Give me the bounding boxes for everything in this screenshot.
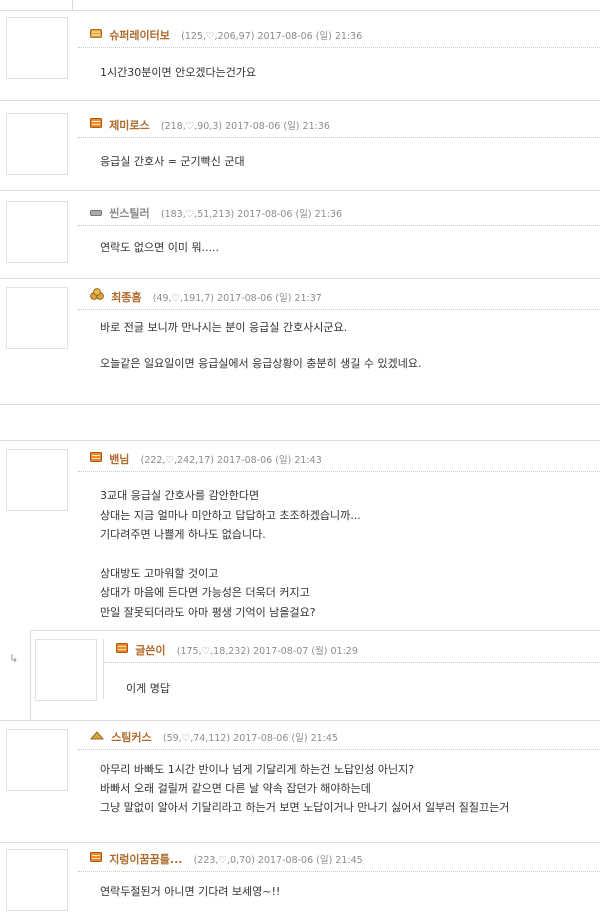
- avatar[interactable]: [6, 201, 68, 263]
- level-icon-orange: [90, 448, 102, 471]
- comment-meta: (183,♡,51,213) 2017-08-06 (일) 21:36: [160, 209, 343, 220]
- comment-body: 응급실 간호사 = 군기빡신 군대: [78, 138, 600, 172]
- comment-line: 기다려주면 나쁠게 하나도 없습니다.: [100, 528, 266, 541]
- comment-line: 만일 잘못되더라도 아마 평생 기억이 남을걸요?: [100, 605, 316, 619]
- comment-body: 아무리 바빠도 1시간 반이나 넘게 기달리게 하는건 노답인성 아닌지? 바빠…: [78, 750, 600, 817]
- comment-header: 제미로스 (218,♡,90,3) 2017-08-06 (일) 21:36: [78, 114, 600, 138]
- comment-item: 스팀커스 (59,♡,74,112) 2017-08-06 (일) 21:45 …: [0, 720, 600, 842]
- comment-nickname[interactable]: 제미로스: [109, 119, 149, 132]
- comment-meta: (125,♡,206,97) 2017-08-06 (일) 21:36: [181, 31, 363, 42]
- previous-comment-edge: [0, 0, 600, 10]
- comment-item: 밴님 (222,♡,242,17) 2017-08-06 (일) 21:43 3…: [0, 440, 600, 630]
- avatar[interactable]: [6, 17, 68, 79]
- reply-comment-item: ↳ 글쓴이 (175,♡,18,232) 2017-08-07 (월) 01:2…: [0, 630, 600, 721]
- avatar[interactable]: [6, 849, 68, 911]
- comment-line: 1시간30분이면 안오겠다는건가요: [100, 66, 257, 79]
- comment-header: 지렁이꿈꿈틀... (223,♡,0,70) 2017-08-06 (일) 21…: [78, 848, 600, 872]
- comment-body: 연락도 없으면 이미 뭐.....: [78, 226, 600, 258]
- comment-content: 지렁이꿈꿈틀... (223,♡,0,70) 2017-08-06 (일) 21…: [78, 848, 600, 902]
- level-icon-orange: [90, 114, 102, 137]
- comment-line: 상대방도 고마워할 것이고: [100, 566, 219, 580]
- avatar[interactable]: [35, 639, 97, 701]
- comment-line: 바빠서 오래 걸릴꺼 같으면 다른 날 약속 잡던가 해야하는데: [100, 782, 371, 795]
- avatar[interactable]: [6, 287, 68, 349]
- comment-content: 밴님 (222,♡,242,17) 2017-08-06 (일) 21:43 3…: [78, 448, 600, 622]
- reply-arrow-icon: ↳: [9, 652, 19, 665]
- comment-header: 슈퍼레이터보 (125,♡,206,97) 2017-08-06 (일) 21:…: [78, 24, 600, 48]
- comment-body: 3교대 응급실 간호사를 감안한다면 상대는 지금 얼마나 미안하고 답답하고 …: [78, 472, 600, 622]
- comment-nickname[interactable]: 씬스틸러: [109, 207, 149, 220]
- comment-item: 최종흠 (49,♡,191,7) 2017-08-06 (일) 21:37 바로…: [0, 278, 600, 400]
- comment-header: 글쓴이 (175,♡,18,232) 2017-08-07 (월) 01:29: [104, 639, 600, 663]
- comment-content: 글쓴이 (175,♡,18,232) 2017-08-07 (월) 01:29 …: [103, 639, 600, 699]
- comment-line: 오늘같은 일요일이면 응급실에서 응급상황이 충분히 생길 수 있겠네요.: [100, 357, 422, 370]
- comment-meta: (222,♡,242,17) 2017-08-06 (일) 21:43: [140, 455, 322, 466]
- avatar[interactable]: [6, 729, 68, 791]
- comment-line: 응급실 간호사 = 군기빡신 군대: [100, 155, 245, 168]
- reply-box: 글쓴이 (175,♡,18,232) 2017-08-07 (월) 01:29 …: [30, 630, 600, 721]
- level-icon-gray: [90, 202, 102, 225]
- comment-line: 아무리 바빠도 1시간 반이나 넘게 기달리게 하는건 노답인성 아닌지?: [100, 763, 415, 776]
- comment-header: 밴님 (222,♡,242,17) 2017-08-06 (일) 21:43: [78, 448, 600, 472]
- level-icon-coins: [89, 726, 105, 749]
- comment-content: 스팀커스 (59,♡,74,112) 2017-08-06 (일) 21:45 …: [78, 726, 600, 817]
- comment-header: 씬스틸러 (183,♡,51,213) 2017-08-06 (일) 21:36: [78, 202, 600, 226]
- comment-content: 제미로스 (218,♡,90,3) 2017-08-06 (일) 21:36 응…: [78, 114, 600, 172]
- comment-header: 최종흠 (49,♡,191,7) 2017-08-06 (일) 21:37: [78, 286, 600, 310]
- comment-content: 최종흠 (49,♡,191,7) 2017-08-06 (일) 21:37 바로…: [78, 286, 600, 374]
- section-divider: [0, 404, 600, 405]
- comment-nickname[interactable]: 슈퍼레이터보: [109, 29, 170, 42]
- comment-meta: (59,♡,74,112) 2017-08-06 (일) 21:45: [162, 733, 338, 744]
- comment-line: 상대는 지금 얼마나 미안하고 답답하고 초조하겠습니까...: [100, 508, 361, 522]
- level-icon-gold: [90, 24, 102, 47]
- comment-nickname[interactable]: 최종흠: [111, 291, 141, 304]
- comment-item: 슈퍼레이터보 (125,♡,206,97) 2017-08-06 (일) 21:…: [0, 10, 600, 86]
- avatar[interactable]: [6, 113, 68, 175]
- comment-item: 지렁이꿈꿈틀... (223,♡,0,70) 2017-08-06 (일) 21…: [0, 842, 600, 917]
- comment-content: 씬스틸러 (183,♡,51,213) 2017-08-06 (일) 21:36…: [78, 202, 600, 258]
- comment-line: 이게 명답: [126, 682, 170, 695]
- comment-body: 바로 전글 보니까 만나시는 분이 응급실 간호사시군요. 오늘같은 일요일이면…: [78, 310, 600, 374]
- comment-line: 연락도 없으면 이미 뭐.....: [100, 241, 220, 254]
- comment-line: 바로 전글 보니까 만나시는 분이 응급실 간호사시군요.: [100, 321, 348, 334]
- comment-content: 슈퍼레이터보 (125,♡,206,97) 2017-08-06 (일) 21:…: [78, 24, 600, 83]
- comment-line: 그냥 말없이 알아서 기달리라고 하는거 보면 노답이거나 만나기 싫어서 일부…: [100, 801, 510, 814]
- comment-item: 제미로스 (218,♡,90,3) 2017-08-06 (일) 21:36 응…: [0, 100, 600, 184]
- comment-nickname[interactable]: 지렁이꿈꿈틀...: [109, 853, 182, 866]
- comment-nickname[interactable]: 스팀커스: [111, 731, 151, 744]
- comment-line: 상대가 마음에 든다면 가능성은 더욱더 커지고: [100, 586, 310, 599]
- comment-meta: (49,♡,191,7) 2017-08-06 (일) 21:37: [152, 293, 322, 304]
- comment-body: 이게 명답: [104, 663, 600, 699]
- comment-line: 3교대 응급실 간호사를 감안한다면: [100, 489, 260, 502]
- comment-item: 씬스틸러 (183,♡,51,213) 2017-08-06 (일) 21:36…: [0, 190, 600, 272]
- comment-meta: (223,♡,0,70) 2017-08-06 (일) 21:45: [193, 855, 363, 866]
- comment-meta: (218,♡,90,3) 2017-08-06 (일) 21:36: [160, 121, 330, 132]
- comment-body: 1시간30분이면 안오겠다는건가요: [78, 48, 600, 83]
- comment-line: 연락두절된거 아니면 기다려 보세영~!!: [100, 885, 281, 898]
- comment-header: 스팀커스 (59,♡,74,112) 2017-08-06 (일) 21:45: [78, 726, 600, 750]
- level-icon-orange: [90, 848, 102, 871]
- comment-body: 연락두절된거 아니면 기다려 보세영~!!: [78, 872, 600, 902]
- comment-meta: (175,♡,18,232) 2017-08-07 (월) 01:29: [176, 646, 358, 657]
- avatar[interactable]: [6, 449, 68, 511]
- level-icon-coins: [90, 286, 104, 309]
- comment-nickname[interactable]: 글쓴이: [135, 644, 165, 657]
- level-icon-orange: [116, 639, 128, 662]
- comment-nickname[interactable]: 밴님: [109, 453, 129, 466]
